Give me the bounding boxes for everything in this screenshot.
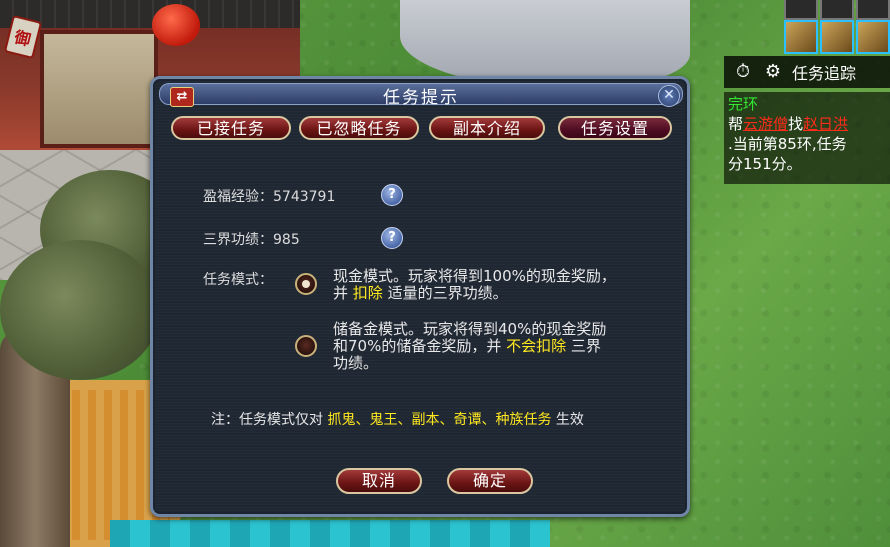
quest-tracker-label[interactable]: 任务追踪 (792, 60, 856, 84)
tab-quest-settings[interactable]: 任务设置 (558, 116, 672, 140)
tracker-quest-line2: .当前第85环,任务 (728, 135, 847, 153)
teal-roof (110, 520, 550, 547)
note-text: 生效 (551, 412, 584, 428)
skill-slot-icon[interactable] (856, 20, 890, 54)
tracker-target-link[interactable]: 赵日洪 (803, 115, 848, 133)
quest-tracker-bar: ⏱ ⚙ 任务追踪 (724, 56, 890, 88)
reserve-mode-radio[interactable] (295, 335, 317, 357)
skill-slot-icon[interactable] (784, 20, 818, 54)
reserve-mode-text: 储备金模式。玩家将得到40%的现金奖励 和70%的储备金奖励，并 不会扣除 三界… (333, 321, 606, 372)
confirm-button[interactable]: 确定 (447, 468, 533, 494)
tracker-text: 帮 (728, 115, 744, 133)
cash-mode-radio[interactable] (295, 273, 317, 295)
temple-roof (0, 0, 300, 28)
pine-tree-middle (0, 240, 160, 380)
top-slot-row (784, 0, 890, 20)
reserve-mode-line2: 和70%的储备金奖励，并 不会扣除 三界 (333, 338, 606, 355)
cash-mode-text: 现金模式。玩家将得到100%的现金奖励， 并 扣除 适量的三界功绩。 (333, 268, 616, 302)
close-icon[interactable]: ✕ (658, 85, 680, 107)
merit-label: 三界功绩：985 (203, 232, 300, 248)
swap-icon[interactable]: ⇄ (170, 87, 194, 107)
quest-dialog: 任务提示 ⇄ ✕ 已接任务 已忽略任务 副本介绍 任务设置 盈福经验：57437… (150, 76, 690, 517)
reserve-mode-line3: 功绩。 (333, 354, 379, 372)
tracker-quest-title[interactable]: 完环 (728, 94, 890, 114)
tracker-quest-line1: 帮云游僧找赵日洪 (728, 114, 890, 134)
tab-accepted-quests[interactable]: 已接任务 (171, 116, 291, 140)
temple-door (40, 30, 158, 148)
option-text: 三界 (566, 337, 601, 355)
slot-icon[interactable] (856, 0, 890, 20)
no-deduct-highlight: 不会扣除 (506, 337, 567, 355)
slot-icon[interactable] (784, 0, 818, 20)
help-icon[interactable]: ? (381, 184, 403, 206)
quest-mode-note: 注：任务模式仅对 抓鬼、鬼王、副本、奇谭、种族任务 生效 (211, 409, 584, 429)
note-text: 注：任务模式仅对 (211, 412, 328, 428)
tracker-quest-line3: 分151分。 (728, 155, 802, 173)
red-lantern (152, 4, 200, 46)
deduct-highlight: 扣除 (352, 284, 383, 302)
skill-slot-icon[interactable] (820, 20, 854, 54)
tab-dungeon-intro[interactable]: 副本介绍 (429, 116, 545, 140)
bonus-exp-label: 盈福经验：5743791 (203, 189, 336, 205)
cancel-button[interactable]: 取消 (336, 468, 422, 494)
cash-mode-line1: 现金模式。玩家将得到100%的现金奖励， (333, 267, 616, 285)
slot-icon[interactable] (820, 0, 854, 20)
option-text: 并 (333, 284, 353, 302)
tab-ignored-quests[interactable]: 已忽略任务 (299, 116, 419, 140)
note-quest-types: 抓鬼、鬼王、副本、奇谭、种族任务 (327, 412, 552, 428)
quest-tracker-panel: 完环 帮云游僧找赵日洪 .当前第85环,任务 分151分。 (724, 92, 890, 184)
gear-icon[interactable]: ⚙ (762, 61, 784, 83)
shortcut-slot-row (784, 20, 890, 54)
reserve-mode-line1: 储备金模式。玩家将得到40%的现金奖励 (333, 320, 607, 338)
cash-mode-line2: 并 扣除 适量的三界功绩。 (333, 285, 616, 302)
help-icon[interactable]: ? (381, 227, 403, 249)
quest-mode-label: 任务模式： (203, 272, 273, 288)
option-text: 和70%的储备金奖励，并 (333, 337, 507, 355)
stopwatch-icon[interactable]: ⏱ (732, 61, 754, 83)
tracker-npc-link[interactable]: 云游僧 (743, 115, 788, 133)
dialog-title: 任务提示 (383, 88, 459, 108)
option-text: 适量的三界功绩。 (382, 284, 508, 302)
dialog-titlebar[interactable]: 任务提示 ⇄ ✕ (159, 83, 683, 108)
tracker-text: 找 (788, 115, 804, 133)
